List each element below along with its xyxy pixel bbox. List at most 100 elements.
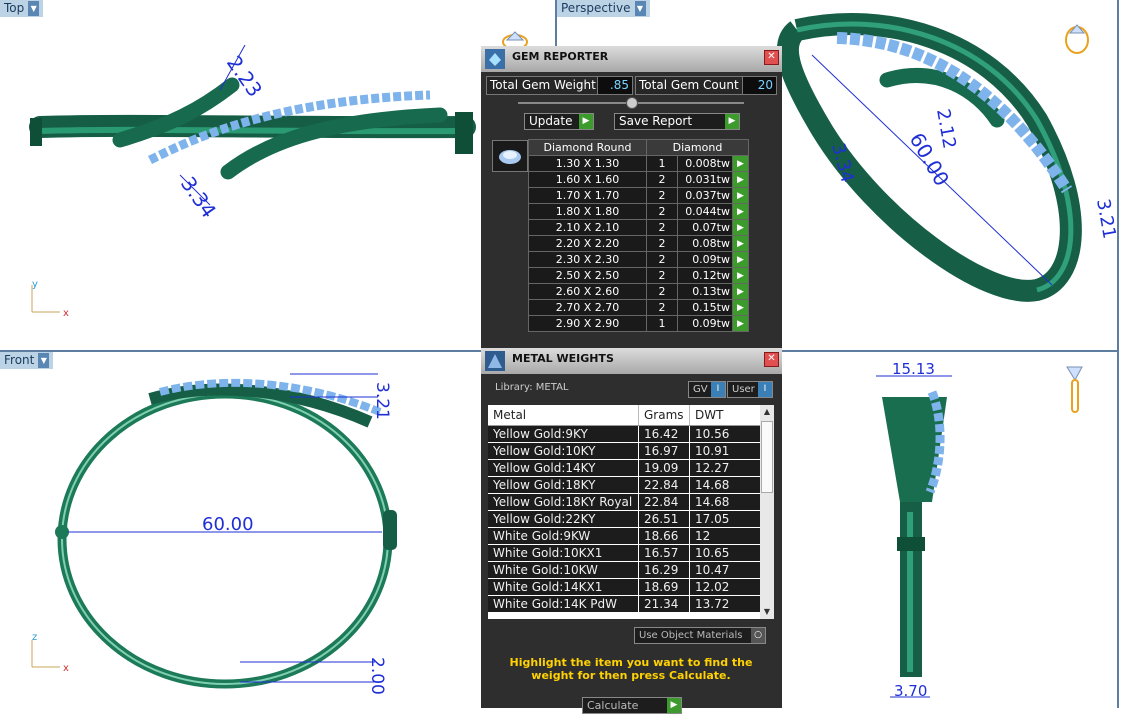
metal-grams: 21.34 bbox=[639, 596, 690, 612]
metal-row[interactable]: White Gold:14KX1 18.69 12.02 bbox=[488, 579, 774, 596]
metal-grams: 16.29 bbox=[639, 562, 690, 578]
gem-qty: 2 bbox=[646, 235, 678, 252]
update-button[interactable]: Update ▶ bbox=[524, 113, 594, 130]
metal-table-scrollbar[interactable]: ▲ ▼ bbox=[760, 405, 774, 619]
gem-size: 1.70 X 1.70 bbox=[528, 187, 647, 204]
calculate-button[interactable]: Calculate ▶ bbox=[582, 697, 682, 714]
gem-qty: 2 bbox=[646, 267, 678, 284]
col-dwt-header[interactable]: DWT bbox=[690, 405, 764, 425]
row-go-icon[interactable]: ▶ bbox=[732, 315, 749, 332]
row-go-icon[interactable]: ▶ bbox=[732, 267, 749, 284]
row-go-icon[interactable]: ▶ bbox=[732, 283, 749, 300]
viewport-right[interactable]: 15.13 3.70 bbox=[782, 352, 1117, 708]
gem-row[interactable]: 2.10 X 2.10 2 0.07tw ▶ bbox=[528, 219, 749, 236]
gem-weight: 0.13tw bbox=[677, 283, 733, 300]
metal-grams: 18.69 bbox=[639, 579, 690, 595]
band-shank bbox=[29, 114, 476, 139]
gem-size: 2.30 X 2.30 bbox=[528, 251, 647, 268]
gem-size: 1.60 X 1.60 bbox=[528, 171, 647, 188]
row-go-icon[interactable]: ▶ bbox=[732, 171, 749, 188]
row-go-icon[interactable]: ▶ bbox=[732, 299, 749, 316]
metal-row[interactable]: Yellow Gold:10KY 16.97 10.91 bbox=[488, 443, 774, 460]
gem-row[interactable]: 1.30 X 1.30 1 0.008tw ▶ bbox=[528, 155, 749, 172]
metal-row[interactable]: Yellow Gold:14KY 19.09 12.27 bbox=[488, 460, 774, 477]
gem-reporter-titlebar[interactable]: GEM REPORTER ✕ bbox=[481, 46, 782, 72]
gem-weight: 0.07tw bbox=[677, 219, 733, 236]
metal-dwt: 12 bbox=[690, 528, 764, 544]
band-highlight bbox=[39, 126, 466, 135]
gem-qty: 2 bbox=[646, 251, 678, 268]
diamond-thumbnail[interactable] bbox=[492, 140, 528, 172]
metal-weights-icon bbox=[485, 351, 505, 371]
viewport-top[interactable]: Top ▼ 2.23 3.34 y x bbox=[0, 0, 555, 350]
band-ellipse bbox=[57, 389, 393, 689]
metal-grams: 26.51 bbox=[639, 511, 690, 527]
col-grams-header[interactable]: Grams bbox=[639, 405, 690, 425]
metal-row[interactable]: Yellow Gold:18KY Royal 22.84 14.68 bbox=[488, 494, 774, 511]
hinge bbox=[30, 118, 42, 146]
gem-qty: 1 bbox=[646, 315, 678, 332]
gem-row[interactable]: 2.90 X 2.90 1 0.09tw ▶ bbox=[528, 315, 749, 332]
gem-qty: 2 bbox=[646, 219, 678, 236]
gem-weight: 0.044tw bbox=[677, 203, 733, 220]
total-gem-weight-value: .85 bbox=[597, 76, 633, 95]
save-report-button[interactable]: Save Report ▶ bbox=[614, 113, 740, 130]
metal-dwt: 10.65 bbox=[690, 545, 764, 561]
dim-text-height: 3.21 bbox=[372, 382, 392, 420]
row-go-icon[interactable]: ▶ bbox=[732, 219, 749, 236]
metal-weights-title: METAL WEIGHTS bbox=[512, 352, 614, 365]
metal-row[interactable]: White Gold:10KW 16.29 10.47 bbox=[488, 562, 774, 579]
row-go-icon[interactable]: ▶ bbox=[732, 155, 749, 172]
metal-row[interactable]: White Gold:9KW 18.66 12 bbox=[488, 528, 774, 545]
slider-handle[interactable] bbox=[626, 97, 638, 109]
scroll-up-icon[interactable]: ▲ bbox=[760, 405, 774, 419]
gem-reporter-icon bbox=[485, 49, 505, 69]
col-metal-header[interactable]: Metal bbox=[488, 405, 639, 425]
row-go-icon[interactable]: ▶ bbox=[732, 203, 749, 220]
gem-row[interactable]: 2.30 X 2.30 2 0.09tw ▶ bbox=[528, 251, 749, 268]
metal-row[interactable]: White Gold:10KX1 16.57 10.65 bbox=[488, 545, 774, 562]
scroll-down-icon[interactable]: ▼ bbox=[760, 605, 774, 619]
metal-row[interactable]: Yellow Gold:9KY 16.42 10.56 bbox=[488, 426, 774, 443]
dim-text-d: 3.34 bbox=[827, 141, 858, 185]
axis-x-label: x bbox=[63, 308, 69, 319]
user-toggle[interactable]: User I bbox=[727, 381, 773, 398]
gem-row[interactable]: 1.80 X 1.80 2 0.044tw ▶ bbox=[528, 203, 749, 220]
metal-grams: 18.66 bbox=[639, 528, 690, 544]
ring-side-icon bbox=[1066, 366, 1083, 413]
band-top-ridge bbox=[148, 383, 373, 428]
gem-row[interactable]: 1.70 X 1.70 2 0.037tw ▶ bbox=[528, 187, 749, 204]
calculate-hint: Highlight the item you want to find the … bbox=[509, 656, 753, 682]
total-gem-count-label: Total Gem Count bbox=[635, 76, 745, 95]
metal-row[interactable]: White Gold:14K PdW 21.34 13.72 bbox=[488, 596, 774, 613]
total-gem-weight-label: Total Gem Weight bbox=[486, 76, 602, 95]
metal-row[interactable]: Yellow Gold:22KY 26.51 17.05 bbox=[488, 511, 774, 528]
close-icon[interactable]: ✕ bbox=[764, 50, 779, 65]
metal-table: Metal Grams DWT Yellow Gold:9KY 16.42 10.5… bbox=[488, 405, 774, 619]
gem-row[interactable]: 2.50 X 2.50 2 0.12tw ▶ bbox=[528, 267, 749, 284]
row-go-icon[interactable]: ▶ bbox=[732, 187, 749, 204]
scroll-thumb[interactable] bbox=[761, 421, 773, 493]
play-icon: ▶ bbox=[725, 114, 739, 129]
row-go-icon[interactable]: ▶ bbox=[732, 251, 749, 268]
metal-dwt: 10.47 bbox=[690, 562, 764, 578]
use-object-materials-toggle[interactable]: Use Object Materials ○ bbox=[634, 627, 766, 644]
metal-weights-titlebar[interactable]: METAL WEIGHTS ✕ bbox=[481, 348, 782, 374]
close-icon[interactable]: ✕ bbox=[764, 352, 779, 367]
axis-z-label: z bbox=[32, 632, 37, 643]
gem-row[interactable]: 1.60 X 1.60 2 0.031tw ▶ bbox=[528, 171, 749, 188]
dim-text-bottom: 3.70 bbox=[894, 682, 927, 700]
gv-toggle[interactable]: GV I bbox=[688, 381, 726, 398]
metal-row[interactable]: Yellow Gold:18KY 22.84 14.68 bbox=[488, 477, 774, 494]
viewport-divider-right bbox=[1117, 0, 1119, 708]
axis-x-label: x bbox=[63, 663, 69, 674]
gem-weight: 0.037tw bbox=[677, 187, 733, 204]
gem-row[interactable]: 2.20 X 2.20 2 0.08tw ▶ bbox=[528, 235, 749, 252]
gem-row[interactable]: 2.70 X 2.70 2 0.15tw ▶ bbox=[528, 299, 749, 316]
viewport-front[interactable]: Front ▼ 60.00 3.21 2.00 z x bbox=[0, 352, 480, 708]
row-go-icon[interactable]: ▶ bbox=[732, 235, 749, 252]
gem-row[interactable]: 2.60 X 2.60 2 0.13tw ▶ bbox=[528, 283, 749, 300]
top-view-drawing: 2.23 3.34 y x bbox=[29, 31, 528, 319]
metal-dwt: 14.68 bbox=[690, 477, 764, 493]
metal-dwt: 10.91 bbox=[690, 443, 764, 459]
